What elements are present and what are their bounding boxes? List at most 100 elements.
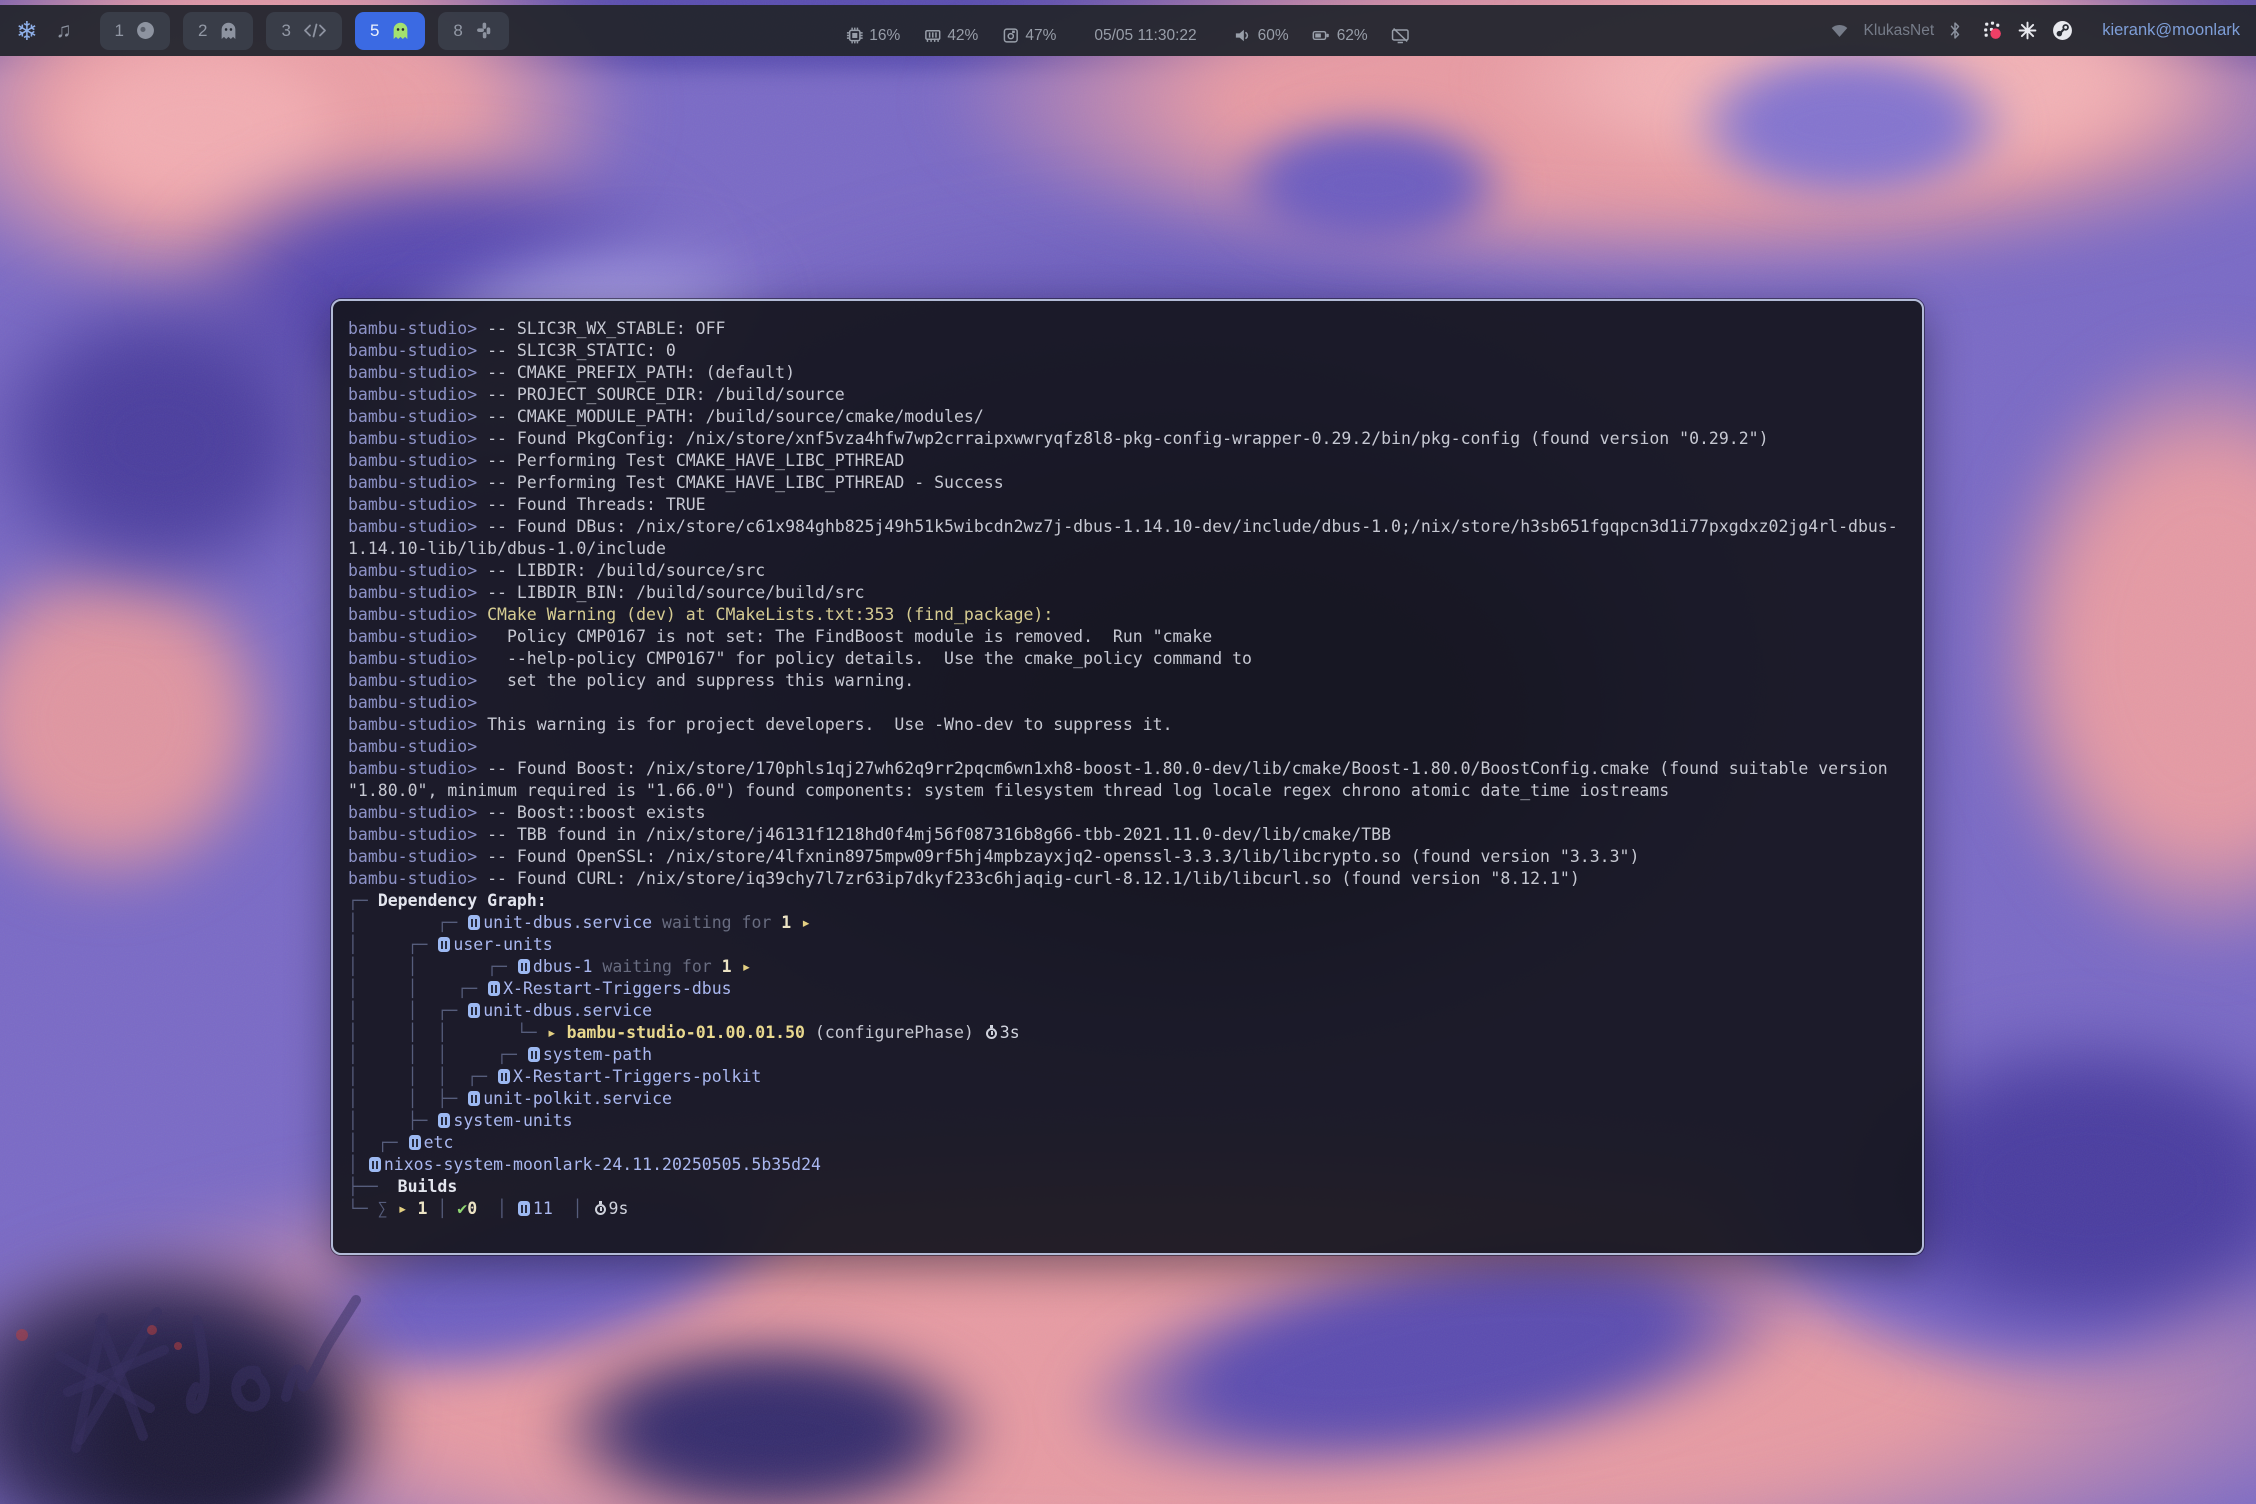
tray-app-dots-icon[interactable] [1982, 20, 2003, 41]
network-ssid[interactable]: KlukasNet [1864, 22, 1935, 40]
terminal-line: bambu-studio> -- LIBDIR: /build/source/s… [348, 560, 1907, 582]
monitor-off-icon [1392, 27, 1410, 44]
terminal-line: bambu-studio> --help-policy CMP0167" for… [348, 648, 1907, 670]
terminal-line: bambu-studio> -- Found Boost: /nix/store… [348, 758, 1907, 780]
terminal-line: │ ├─ system-units [348, 1110, 1907, 1132]
pause-icon [438, 1113, 450, 1128]
workspace-number: 5 [370, 21, 379, 41]
battery-stat[interactable]: 62% [1313, 27, 1368, 45]
volume-stat[interactable]: 60% [1235, 27, 1289, 45]
terminal-line: bambu-studio> -- CMAKE_PREFIX_PATH: (def… [348, 362, 1907, 384]
workspace-chip-1[interactable]: 1 [100, 12, 170, 50]
pause-icon [518, 959, 530, 974]
terminal-line: bambu-studio> -- SLIC3R_WX_STABLE: OFF [348, 318, 1907, 340]
pause-icon [468, 1003, 480, 1018]
cpu-stat: 16% [846, 27, 900, 45]
ghost-icon [391, 21, 410, 40]
terminal-line: │ │ ┌─ dbus-1 waiting for 1 ▸ [348, 956, 1907, 978]
clock: 05/05 11:30:22 [1094, 27, 1196, 45]
workspace-number: 1 [115, 21, 124, 41]
terminal-line: bambu-studio> -- TBB found in /nix/store… [348, 824, 1907, 846]
workspace-chip-5[interactable]: 5 [355, 12, 425, 50]
screen-off-toggle[interactable] [1392, 27, 1410, 44]
pause-icon [498, 1069, 510, 1084]
pause-icon [438, 937, 450, 952]
terminal-line: bambu-studio> -- Found DBus: /nix/store/… [348, 516, 1907, 538]
battery-icon [1313, 27, 1331, 44]
terminal-line: bambu-studio> set the policy and suppres… [348, 670, 1907, 692]
terminal-line: bambu-studio> -- Found CURL: /nix/store/… [348, 868, 1907, 890]
workspace-chip-3[interactable]: 3 [266, 12, 341, 50]
terminal-line: │ │ ├─ unit-polkit.service [348, 1088, 1907, 1110]
memory-stat: 42% [924, 27, 978, 45]
pause-icon [528, 1047, 540, 1062]
browser-circle-icon [136, 21, 155, 40]
terminal-line: "1.80.0", minimum required is "1.66.0") … [348, 780, 1907, 802]
code-icon [303, 22, 327, 39]
volume-icon [1235, 27, 1252, 44]
terminal-line: bambu-studio> Policy CMP0167 is not set:… [348, 626, 1907, 648]
terminal-line: bambu-studio> [348, 692, 1907, 714]
pause-icon [468, 1091, 480, 1106]
terminal-line: bambu-studio> This warning is for projec… [348, 714, 1907, 736]
terminal-line: bambu-studio> -- Performing Test CMAKE_H… [348, 450, 1907, 472]
pause-icon [518, 1201, 530, 1216]
cpu-icon [846, 27, 863, 44]
terminal-window[interactable]: bambu-studio> -- SLIC3R_WX_STABLE: OFFba… [331, 299, 1924, 1255]
logged-in-user: kierank@moonlark [2102, 21, 2240, 40]
disk-stat: 47% [1002, 27, 1056, 45]
disk-icon [1002, 27, 1019, 44]
terminal-line: bambu-studio> [348, 736, 1907, 758]
workspace-number: 2 [198, 21, 207, 41]
ghost-icon [219, 21, 238, 40]
terminal-line: └─ ∑ ▸ 1 │ ✔0 │ 11 │ 9s [348, 1198, 1907, 1220]
top-status-bar: ❄ ♫ 1 2 3 5 8 16% 42% 47% 05/05 11:30:22 60% [0, 5, 2256, 56]
terminal-line: ├── Builds [348, 1176, 1907, 1198]
terminal-line: bambu-studio> -- Found PkgConfig: /nix/s… [348, 428, 1907, 450]
workspace-chip-2[interactable]: 2 [183, 12, 253, 50]
terminal-line: bambu-studio> -- PROJECT_SOURCE_DIR: /bu… [348, 384, 1907, 406]
tray-starburst-icon[interactable] [2018, 21, 2037, 40]
terminal-line: │ │ │ ┌─ system-path [348, 1044, 1907, 1066]
terminal-line: bambu-studio> -- Performing Test CMAKE_H… [348, 472, 1907, 494]
workspace-number: 3 [281, 21, 290, 41]
music-note-icon[interactable]: ♫ [56, 20, 72, 41]
system-tray [1982, 20, 2073, 41]
terminal-line: │ │ │ ┌─ X-Restart-Triggers-polkit [348, 1066, 1907, 1088]
terminal-output: bambu-studio> -- SLIC3R_WX_STABLE: OFFba… [348, 318, 1907, 1220]
steam-tray-icon[interactable] [2052, 20, 2073, 41]
workspace-number: 8 [453, 21, 462, 41]
wifi-icon[interactable] [1830, 22, 1849, 39]
terminal-line: ┌─ Dependency Graph: [348, 890, 1907, 912]
stopwatch-icon [595, 1204, 606, 1215]
pause-icon [468, 915, 480, 930]
bar-right-modules: KlukasNet kierank@moonlark [1830, 20, 2240, 41]
workspace-chip-8[interactable]: 8 [438, 12, 508, 50]
terminal-line: │ ┌─ user-units [348, 934, 1907, 956]
pause-icon [488, 981, 500, 996]
terminal-line: │ ┌─ etc [348, 1132, 1907, 1154]
bar-left-modules: ❄ ♫ 1 2 3 5 8 [16, 12, 509, 50]
memory-icon [924, 27, 941, 44]
terminal-line: │ │ │ └─ ▸ bambu-studio-01.00.01.50 (con… [348, 1022, 1907, 1044]
pinwheel-icon [475, 21, 494, 40]
nixos-snowflake-icon[interactable]: ❄ [16, 18, 38, 44]
pause-icon [369, 1157, 381, 1172]
terminal-line: │ │ ┌─ unit-dbus.service [348, 1000, 1907, 1022]
terminal-line: bambu-studio> -- Boost::boost exists [348, 802, 1907, 824]
stopwatch-icon [986, 1028, 997, 1039]
terminal-line: bambu-studio> -- Found OpenSSL: /nix/sto… [348, 846, 1907, 868]
terminal-line: 1.14.10-lib/lib/dbus-1.0/include [348, 538, 1907, 560]
terminal-line: bambu-studio> -- LIBDIR_BIN: /build/sour… [348, 582, 1907, 604]
workspace-switcher: 1 2 3 5 8 [100, 12, 509, 50]
system-stats: 16% 42% 47% 05/05 11:30:22 60% 62% [846, 10, 1409, 61]
terminal-line: │ ┌─ unit-dbus.service waiting for 1 ▸ [348, 912, 1907, 934]
terminal-line: bambu-studio> CMake Warning (dev) at CMa… [348, 604, 1907, 626]
terminal-line: │ │ ┌─ X-Restart-Triggers-dbus [348, 978, 1907, 1000]
bluetooth-icon[interactable] [1949, 21, 1961, 40]
terminal-line: bambu-studio> -- SLIC3R_STATIC: 0 [348, 340, 1907, 362]
terminal-line: bambu-studio> -- CMAKE_MODULE_PATH: /bui… [348, 406, 1907, 428]
desktop: ❄ ♫ 1 2 3 5 8 16% 42% 47% 05/05 11:30:22 60% [0, 0, 2256, 1504]
terminal-line: │ nixos-system-moonlark-24.11.20250505.5… [348, 1154, 1907, 1176]
terminal-line: bambu-studio> -- Found Threads: TRUE [348, 494, 1907, 516]
